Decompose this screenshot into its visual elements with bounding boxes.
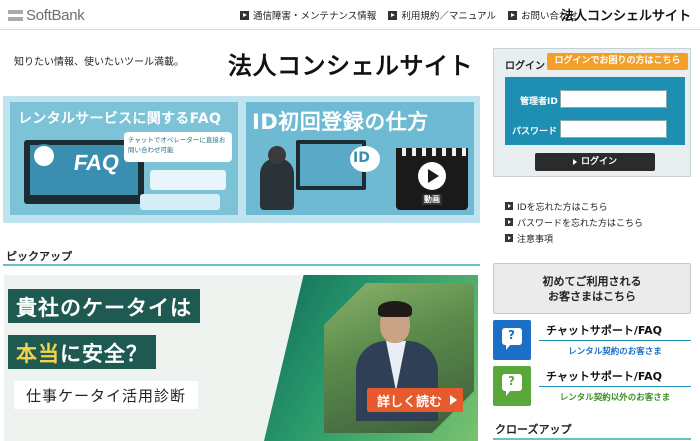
chat-support-title: チャットサポート/FAQ [546,324,663,337]
arrow-right-icon [505,234,513,242]
chat-faq-icon: ? [493,366,531,406]
closeup-divider [493,438,691,440]
top-link-label: 利用規約／マニュアル [401,11,497,22]
headline-highlight: 本当 [16,342,60,366]
question-mark-icon: ? [508,328,515,342]
read-more-button[interactable]: 詳しく読む [367,388,463,412]
id-bubble-text: ID [353,150,370,166]
password-input[interactable] [560,120,667,138]
person-illustration [260,158,294,210]
chat-support-subtitle: レンタル契約以外のお客さま [559,393,671,403]
pickup-headline-1: 貴社のケータイは [8,289,200,323]
logo-text: SoftBank [26,6,85,24]
chat-faq-icon: ? [493,320,531,360]
forgot-id-link[interactable]: IDを忘れた方はこちら [505,198,643,214]
admin-id-input[interactable] [560,90,667,108]
play-triangle-icon [450,395,457,405]
film-strip [396,148,468,156]
login-help-button[interactable]: ログインでお困りの方はこちら [547,53,688,70]
notes-link[interactable]: 注意事項 [505,230,643,246]
chat-support-non-rental[interactable]: ? チャットサポート/FAQ レンタル契約以外のお客さま [493,366,691,408]
arrow-right-icon [572,158,577,165]
page: SoftBank 通信障害・メンテナンス情報 利用規約／マニュアル お問い合わせ… [0,0,700,441]
account-help-links: IDを忘れた方はこちら パスワードを忘れた方はこちら 注意事項 [505,198,643,246]
person-head [268,146,286,164]
id-registration-banner[interactable]: ID初回登録の仕方 ID 動画 [246,102,474,215]
header-site-name[interactable]: 法人コンシェルサイト [561,5,691,24]
chat-underline [539,386,691,387]
faq-banner[interactable]: レンタルサービスに関するFAQ FAQ チャットでオペレーターに直接お問い合わせ… [10,102,238,215]
headline-rest: に安全？ [60,342,148,366]
arrow-right-icon [240,10,249,20]
first-time-line-2: お客さまはこちら [548,290,636,303]
side-link-label: IDを忘れた方はこちら [517,202,608,213]
password-label: パスワード [512,127,558,137]
chat-support-subtitle: レンタル契約のお客さま [568,347,662,357]
chat-support-title: チャットサポート/FAQ [546,370,663,383]
faq-screen-text: FAQ [72,150,122,175]
closeup-heading: クローズアップ [495,423,572,436]
side-link-label: パスワードを忘れた方はこちら [517,218,644,229]
forgot-password-link[interactable]: パスワードを忘れた方はこちら [505,214,643,230]
chat-support-rental[interactable]: ? チャットサポート/FAQ レンタル契約のお客さま [493,320,691,362]
top-nav: 通信障害・メンテナンス情報 利用規約／マニュアル お問い合わせ [240,8,590,22]
faq-banner-title: レンタルサービスに関するFAQ [18,111,222,127]
softbank-logo[interactable]: SoftBank [8,6,85,24]
first-time-button[interactable]: 初めてご利用される お客さまはこちら [493,263,691,314]
chat-bubble [150,170,226,190]
chat-bubble-text: チャットでオペレーターに直接お問い合わせ可能 [128,136,226,154]
top-link-terms[interactable]: 利用規約／マニュアル [388,8,496,22]
top-header: SoftBank 通信障害・メンテナンス情報 利用規約／マニュアル お問い合わせ… [0,0,700,30]
pickup-subheadline: 仕事ケータイ活用診断 [14,381,199,409]
admin-id-label: 管理者ID [520,97,558,107]
pickup-headline-2: 本当に安全？ [8,335,156,369]
top-link-label: 通信障害・メンテナンス情報 [253,11,377,22]
arrow-right-icon [505,202,513,210]
logo-bars-icon [8,9,23,21]
side-link-label: 注意事項 [517,234,554,245]
tagline: 知りたい情報、使いたいツール満載。 [14,57,184,68]
chat-bubble [140,194,220,210]
login-submit-label: ログイン [580,157,617,167]
top-link-maintenance[interactable]: 通信障害・メンテナンス情報 [240,8,376,22]
arrow-right-icon [388,10,398,20]
pickup-divider [3,264,480,266]
arrow-right-icon [505,218,513,226]
arrow-right-icon [508,10,518,20]
pickup-heading: ピックアップ [6,250,72,263]
login-heading: ログイン [505,61,545,72]
id-banner-title: ID初回登録の仕方 [252,110,429,134]
chat-underline [539,340,691,341]
businessman-hair [378,301,412,317]
page-title: 法人コンシェルサイト [228,52,473,80]
question-mark-icon: ? [508,374,515,388]
login-submit-button[interactable]: ログイン [535,153,655,171]
lightbulb-icon [32,144,56,168]
pickup-banner[interactable]: 貴社のケータイは 本当に安全？ 仕事ケータイ活用診断 詳しく読む [4,275,478,441]
video-label: 動画 [422,194,442,205]
play-icon [418,162,446,190]
first-time-line-1: 初めてご利用される [542,275,642,288]
